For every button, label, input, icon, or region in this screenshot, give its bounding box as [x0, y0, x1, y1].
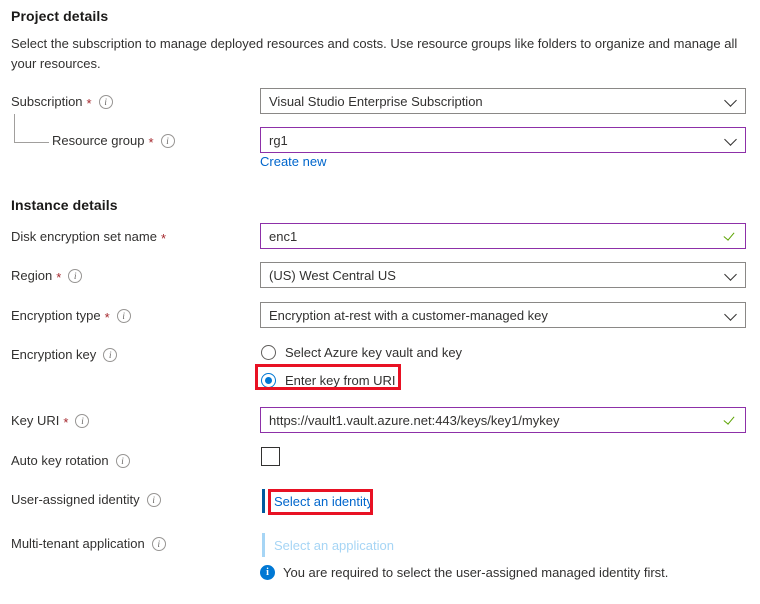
- info-icon[interactable]: i: [75, 414, 89, 428]
- user-assigned-identity-placeholder: Select an identity: [265, 494, 373, 509]
- info-icon[interactable]: i: [103, 348, 117, 362]
- info-circle-icon: i: [260, 565, 275, 580]
- info-icon[interactable]: i: [68, 269, 82, 283]
- project-details-description: Select the subscription to manage deploy…: [11, 34, 746, 74]
- resource-group-label: Resource group * i: [52, 132, 175, 150]
- info-icon[interactable]: i: [152, 537, 166, 551]
- radio-unselected-icon[interactable]: [261, 345, 276, 360]
- resource-group-value: rg1: [269, 133, 719, 148]
- chevron-down-icon: [725, 134, 737, 146]
- user-assigned-identity-label-text: User-assigned identity: [11, 491, 140, 509]
- region-label: Region * i: [11, 267, 82, 285]
- disk-encryption-set-name-input[interactable]: enc1: [260, 223, 746, 249]
- encryption-key-label-text: Encryption key: [11, 346, 96, 364]
- encryption-key-label: Encryption key i: [11, 346, 117, 364]
- auto-key-rotation-label-text: Auto key rotation: [11, 452, 109, 470]
- subscription-value: Visual Studio Enterprise Subscription: [269, 94, 719, 109]
- subscription-label: Subscription * i: [11, 93, 113, 111]
- info-icon[interactable]: i: [161, 134, 175, 148]
- key-uri-input[interactable]: https://vault1.vault.azure.net:443/keys/…: [260, 407, 746, 433]
- encryption-key-option-keyvault-label: Select Azure key vault and key: [285, 345, 462, 360]
- encryption-key-option-uri-label: Enter key from URI: [285, 373, 396, 388]
- project-details-heading: Project details: [11, 8, 108, 24]
- disk-encryption-set-name-required-marker: *: [161, 232, 166, 245]
- key-uri-label: Key URI * i: [11, 412, 89, 430]
- multi-tenant-application-picker[interactable]: Select an application: [262, 533, 394, 557]
- multi-tenant-application-placeholder: Select an application: [265, 538, 394, 553]
- encryption-key-option-uri[interactable]: Enter key from URI: [261, 370, 396, 390]
- valid-check-icon: [723, 413, 737, 427]
- chevron-down-icon: [725, 269, 737, 281]
- multi-tenant-application-info-message: i You are required to select the user-as…: [260, 565, 668, 580]
- encryption-type-label-text: Encryption type: [11, 307, 101, 325]
- info-icon[interactable]: i: [147, 493, 161, 507]
- encryption-type-required-marker: *: [105, 311, 110, 324]
- region-dropdown[interactable]: (US) West Central US: [260, 262, 746, 288]
- multi-tenant-application-info-text: You are required to select the user-assi…: [283, 565, 668, 580]
- subscription-required-marker: *: [87, 97, 92, 110]
- user-assigned-identity-picker[interactable]: Select an identity: [262, 489, 373, 513]
- valid-check-icon: [723, 229, 737, 243]
- region-required-marker: *: [56, 271, 61, 284]
- multi-tenant-application-label: Multi-tenant application i: [11, 535, 166, 553]
- encryption-type-label: Encryption type * i: [11, 307, 131, 325]
- key-uri-required-marker: *: [63, 416, 68, 429]
- subscription-dropdown[interactable]: Visual Studio Enterprise Subscription: [260, 88, 746, 114]
- info-icon[interactable]: i: [99, 95, 113, 109]
- resource-group-dropdown[interactable]: rg1: [260, 127, 746, 153]
- encryption-key-option-keyvault[interactable]: Select Azure key vault and key: [261, 342, 462, 362]
- info-icon[interactable]: i: [116, 454, 130, 468]
- key-uri-value: https://vault1.vault.azure.net:443/keys/…: [269, 413, 717, 428]
- chevron-down-icon: [725, 309, 737, 321]
- region-value: (US) West Central US: [269, 268, 719, 283]
- disk-encryption-set-name-label-text: Disk encryption set name: [11, 228, 157, 246]
- resource-group-required-marker: *: [149, 136, 154, 149]
- multi-tenant-application-label-text: Multi-tenant application: [11, 535, 145, 553]
- encryption-type-dropdown[interactable]: Encryption at-rest with a customer-manag…: [260, 302, 746, 328]
- auto-key-rotation-label: Auto key rotation i: [11, 452, 130, 470]
- auto-key-rotation-checkbox[interactable]: [261, 447, 280, 466]
- info-icon[interactable]: i: [117, 309, 131, 323]
- instance-details-heading: Instance details: [11, 197, 118, 213]
- region-label-text: Region: [11, 267, 52, 285]
- user-assigned-identity-label: User-assigned identity i: [11, 491, 161, 509]
- disk-encryption-set-name-value: enc1: [269, 229, 717, 244]
- create-new-resource-group-link[interactable]: Create new: [260, 154, 326, 169]
- resource-group-label-text: Resource group: [52, 132, 145, 150]
- chevron-down-icon: [725, 95, 737, 107]
- disk-encryption-set-name-label: Disk encryption set name *: [11, 228, 166, 246]
- key-uri-label-text: Key URI: [11, 412, 59, 430]
- radio-selected-icon[interactable]: [261, 373, 276, 388]
- encryption-type-value: Encryption at-rest with a customer-manag…: [269, 308, 719, 323]
- resource-group-tree-connector: [14, 114, 49, 143]
- subscription-label-text: Subscription: [11, 93, 83, 111]
